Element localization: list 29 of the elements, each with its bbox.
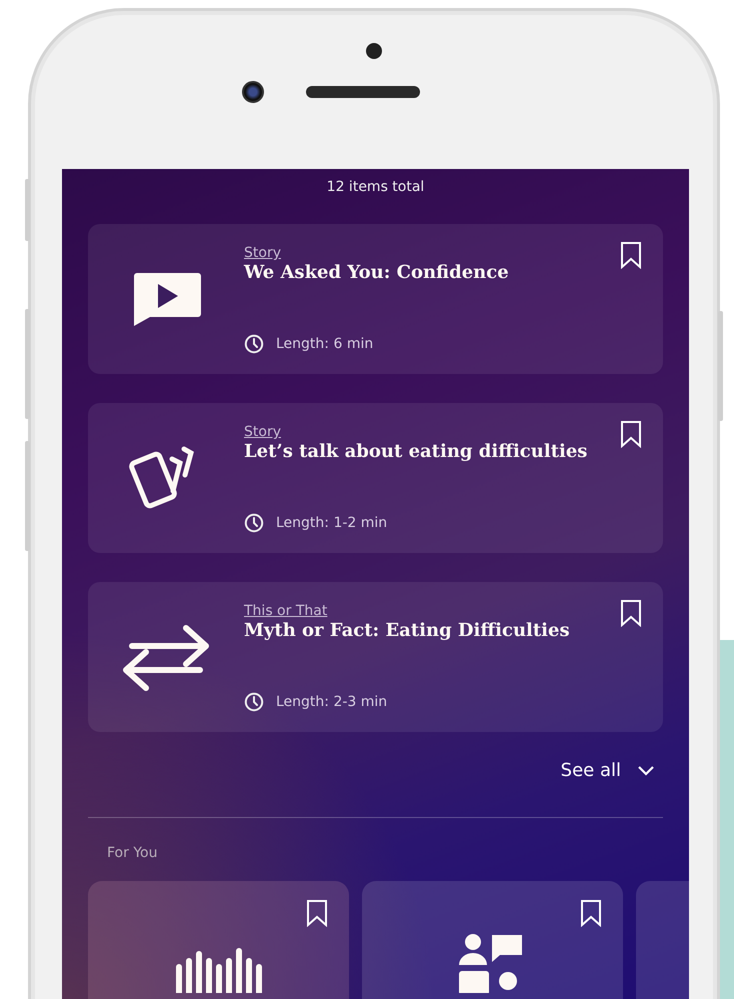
bookmark-icon[interactable] — [620, 599, 642, 627]
card-title: We Asked You: Confidence — [244, 262, 510, 283]
length-label: Length: 1-2 min — [276, 515, 388, 531]
card-title: Let’s talk about eating difficulties — [244, 441, 588, 462]
camera-lens — [242, 81, 264, 103]
category-link[interactable]: Story — [244, 245, 281, 261]
sensor-dot — [366, 43, 382, 59]
see-all-button[interactable]: See all — [560, 760, 663, 781]
clock-icon — [244, 513, 264, 533]
bookmark-icon[interactable] — [306, 899, 328, 927]
card-title: Myth or Fact: Eating Difficulties — [244, 620, 571, 641]
length-label: Length: 6 min — [276, 336, 374, 352]
category-link[interactable]: Story — [244, 424, 281, 440]
items-count: 12 items total — [326, 179, 426, 195]
content-tile[interactable] — [88, 881, 349, 999]
bookmark-icon[interactable] — [620, 241, 642, 269]
content-card[interactable]: Story Let’s talk about eating difficulties Length: 1-2 min — [88, 403, 663, 553]
swap-arrows-icon — [122, 622, 210, 692]
category-link[interactable]: This or That — [244, 603, 328, 619]
content-card[interactable]: This or That Myth or Fact: Eating Difficulties Length: 2-3 min — [88, 582, 663, 732]
length-label: Length: 2-3 min — [276, 694, 388, 710]
content-card[interactable]: Story We Asked You: Confidence Length: 6 min — [88, 224, 663, 374]
clock-icon — [244, 692, 264, 712]
section-heading: For You — [107, 845, 158, 861]
content-tile[interactable] — [362, 881, 623, 999]
bookmark-icon[interactable] — [620, 420, 642, 448]
bookmark-icon[interactable] — [580, 899, 602, 927]
chevron-down-icon — [637, 764, 655, 776]
clock-icon — [244, 334, 264, 354]
